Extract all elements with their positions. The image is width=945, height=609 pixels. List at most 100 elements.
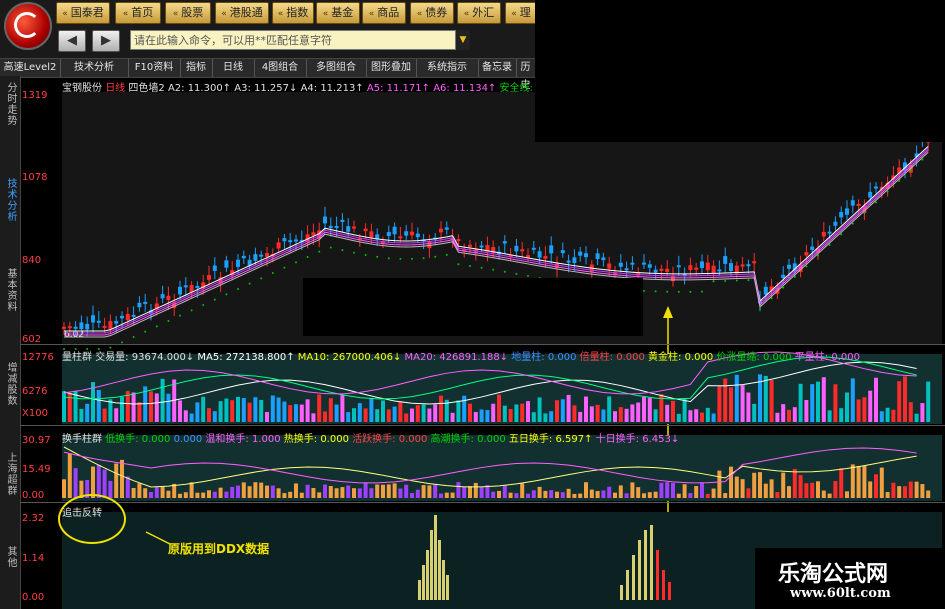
tool-system-signal[interactable]: 系统指示 <box>416 59 479 77</box>
turnover-bar <box>334 488 339 498</box>
nav-tab-wealth[interactable]: «理 <box>505 2 537 24</box>
chevron-icon: « <box>322 9 329 19</box>
tool-f10[interactable]: F10资料 <box>128 59 181 77</box>
candle-body <box>560 250 565 254</box>
safety-line-dot <box>353 251 355 254</box>
tool-multi-chart[interactable]: 多图组合 <box>306 59 367 77</box>
turnover-bar <box>659 482 664 498</box>
field-ma20: MA20: 426891.188↓ <box>404 352 509 363</box>
nav-tab-bonds[interactable]: «债券 <box>410 2 454 24</box>
volume-bar <box>682 398 687 422</box>
safety-line-dot <box>851 222 854 225</box>
volume-bar <box>723 378 728 422</box>
turnover-panel-header: 换手柱群 低换手: 0.000 0.000 温和换手: 1.000 热换手: 0… <box>62 430 679 445</box>
turnover-bar <box>850 464 855 498</box>
side-tab-share-change[interactable]: 增减股数 <box>2 362 18 406</box>
field-double-vol: 倍量柱: 0.000 <box>579 352 645 363</box>
turnover-bar <box>340 487 345 498</box>
candle-body <box>288 240 293 243</box>
nav-tab-funds[interactable]: «基金 <box>316 2 360 24</box>
nav-tab-guotaijunan[interactable]: «国泰君安 <box>56 2 110 40</box>
field-10day-turnover: 十日换手: 6.453↓ <box>595 434 680 445</box>
turnover-bar <box>270 485 275 498</box>
volume-bar <box>827 410 832 422</box>
side-tab-fundamentals[interactable]: 基本资料 <box>2 268 18 312</box>
tool-history[interactable]: 历史 <box>516 59 536 91</box>
side-tab-other[interactable]: 其他 <box>2 546 18 568</box>
candle-body <box>543 256 548 259</box>
candle-body <box>346 226 351 232</box>
field-volume: 交易量: 93674.000↓ <box>95 352 195 363</box>
turnover-tick: 30.97 <box>22 435 51 446</box>
tool-overlay[interactable]: 图形叠加 <box>366 59 417 77</box>
tool-daily[interactable]: 日线 <box>212 59 255 77</box>
back-button[interactable]: ◀ <box>58 30 86 52</box>
turnover-bar <box>787 486 791 498</box>
volume-bar <box>572 405 577 422</box>
turnover-bar <box>694 486 699 498</box>
turnover-bar <box>207 490 211 498</box>
candle-body <box>444 227 449 230</box>
volume-bar <box>526 401 530 422</box>
turnover-bar <box>647 492 652 498</box>
turnover-bar <box>468 486 472 498</box>
nav-tab-stocks[interactable]: «股票 <box>165 2 211 24</box>
tool-memo[interactable]: 备忘录 <box>478 59 517 77</box>
reversal-bar <box>426 550 429 600</box>
volume-tick: X100 <box>22 408 48 419</box>
side-tab-shanghai[interactable]: 上海超群 <box>2 452 18 496</box>
volume-bar <box>317 394 322 422</box>
nav-tab-home[interactable]: «首页 <box>115 2 161 24</box>
safety-line-dot <box>492 268 495 271</box>
chevron-down-icon[interactable]: ▼ <box>456 30 470 50</box>
reversal-bar <box>656 550 659 600</box>
forward-button[interactable]: ▶ <box>92 30 120 52</box>
safety-line-dot <box>376 255 379 258</box>
tool-four-chart[interactable]: 4图组合 <box>254 59 307 77</box>
turnover-bar <box>317 492 322 498</box>
side-tab-technical[interactable]: 技术分析 <box>2 178 18 222</box>
candle-body <box>398 236 403 239</box>
candle-body <box>369 231 374 238</box>
volume-bar <box>427 408 432 422</box>
candle-body <box>531 247 536 250</box>
reversal-bar <box>638 540 641 600</box>
candle-body <box>224 260 229 268</box>
panel-divider <box>20 344 945 345</box>
turnover-bar <box>143 488 148 498</box>
turnover-bar <box>531 490 536 498</box>
volume-bar <box>189 413 194 422</box>
volume-bar <box>415 405 420 422</box>
candle-body <box>705 262 710 271</box>
turnover-bar <box>346 485 351 498</box>
turnover-bar <box>189 482 194 498</box>
candle-body <box>618 262 623 267</box>
volume-bar <box>114 408 119 422</box>
safety-line-dot <box>132 336 135 338</box>
candle-body <box>328 225 333 228</box>
safety-line-dot <box>724 280 727 283</box>
tool-level2[interactable]: 高速Level2 <box>0 59 61 77</box>
nav-tab-forex[interactable]: «外汇 <box>457 2 501 24</box>
candle-body <box>624 268 629 271</box>
candle-body <box>265 252 269 257</box>
turnover-bar <box>804 483 809 498</box>
command-input[interactable]: 请在此输入命令，可以用**匹配任意字符 <box>130 30 456 50</box>
reversal-bar <box>620 585 623 600</box>
turnover-bar <box>363 482 368 498</box>
turnover-bar <box>839 468 844 498</box>
tool-technical-analysis[interactable]: 技术分析 <box>60 59 129 77</box>
safety-line-dot <box>793 276 796 278</box>
nav-tab-hk-connect[interactable]: «港股通 <box>215 2 269 24</box>
turnover-bar <box>462 486 467 498</box>
candle-body <box>166 295 171 301</box>
candle-body <box>456 239 461 242</box>
turnover-bar <box>444 492 449 498</box>
safety-line-dot <box>689 290 692 293</box>
tool-indicators[interactable]: 指标 <box>180 59 213 77</box>
nav-tab-commodities[interactable]: «商品 <box>362 2 406 24</box>
nav-tab-index[interactable]: «指数 <box>272 2 314 24</box>
turnover-bar <box>723 493 728 498</box>
side-tab-timeshare[interactable]: 分时走势 <box>2 82 18 126</box>
turnover-bar <box>862 465 867 498</box>
